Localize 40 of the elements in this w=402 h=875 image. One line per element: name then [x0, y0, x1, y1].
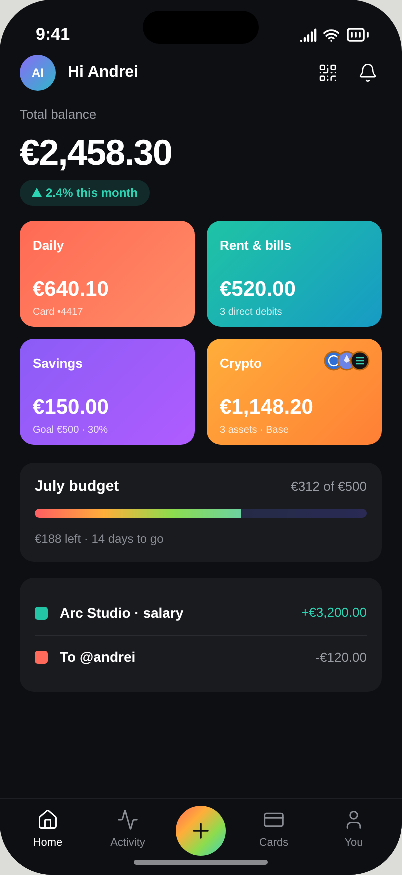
change-badge: 2.4% this month	[20, 180, 150, 206]
transaction-amount: +€3,200.00	[302, 604, 367, 622]
transaction-row[interactable]: Arc Studio · salary +€3,200.00	[35, 591, 367, 635]
account-amount: €640.10	[33, 277, 110, 303]
balance-amount: €2,458.30	[20, 130, 172, 174]
account-name: Crypto	[220, 354, 262, 373]
transaction-name: Arc Studio · salary	[60, 604, 185, 623]
wifi-icon	[323, 26, 340, 44]
account-detail: Card •4417	[33, 306, 84, 320]
up-triangle-icon	[32, 188, 42, 197]
qr-code-icon[interactable]	[318, 63, 338, 83]
account-detail: 3 direct debits	[220, 306, 284, 320]
balance-label: Total balance	[20, 106, 97, 124]
budget-title: July budget	[35, 476, 120, 496]
nav-tab[interactable]: Activity	[96, 809, 160, 852]
home-icon	[37, 809, 59, 831]
nav-tab[interactable]: You	[322, 809, 386, 852]
budget-note: €188 left · 14 days to go	[35, 531, 165, 548]
transaction-name: To @andrei	[60, 648, 137, 667]
account-amount: €150.00	[33, 395, 110, 421]
account-name: Daily	[33, 236, 64, 255]
nav-tab[interactable]: Home	[16, 809, 80, 852]
avatar[interactable]: AI	[20, 55, 56, 91]
budget-summary: €312 of €500	[291, 478, 367, 496]
status-time: 9:41	[36, 24, 70, 46]
pulse-icon	[117, 809, 139, 831]
account-amount: €520.00	[220, 277, 297, 303]
add-button[interactable]	[176, 806, 226, 856]
greeting: Hi Andrei	[68, 63, 139, 83]
account-card[interactable]: Savings €150.00 Goal €500 · 30%	[20, 338, 195, 444]
account-name: Rent & bills	[220, 236, 292, 254]
account-amount: €1,148.20	[220, 395, 314, 421]
transaction-row[interactable]: To @andrei -€120.00	[35, 635, 367, 679]
bell-icon[interactable]	[358, 63, 378, 83]
account-detail: Goal €500 · 30%	[33, 424, 110, 438]
nav-tab[interactable]: Cards	[242, 809, 306, 852]
account-detail: 3 assets · Base	[220, 424, 290, 438]
transaction-amount: -€120.00	[316, 648, 367, 667]
account-name: Savings	[33, 354, 83, 373]
signal-icon	[300, 26, 317, 44]
